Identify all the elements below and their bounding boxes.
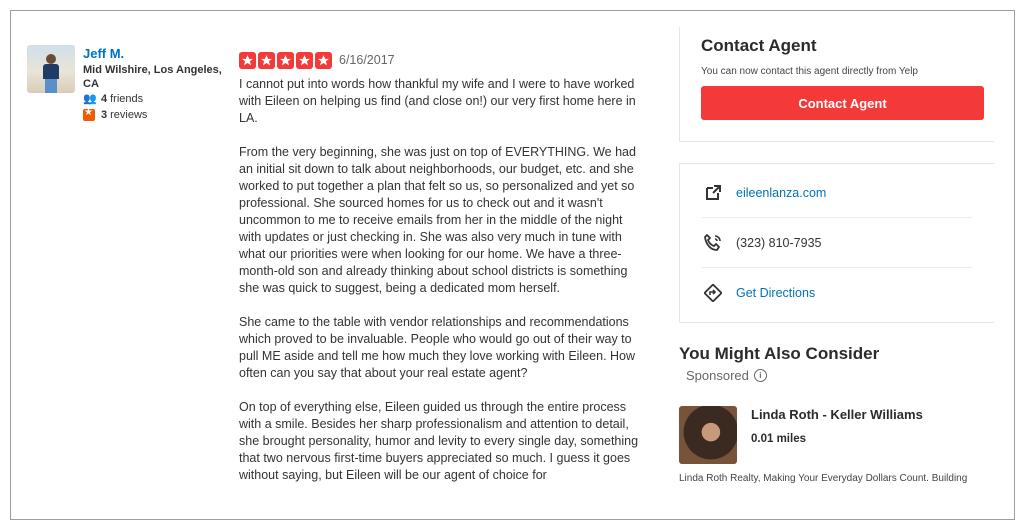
- business-info: eileenlanza.com (323) 810-7935 Get Direc…: [679, 163, 994, 323]
- website-link[interactable]: eileenlanza.com: [736, 186, 826, 200]
- reviewer-avatar[interactable]: [27, 45, 75, 93]
- star-icon: [258, 52, 275, 69]
- directions-link[interactable]: Get Directions: [736, 286, 815, 300]
- ad-distance: 0.01 miles: [751, 433, 806, 445]
- reviews-label: reviews: [110, 109, 148, 121]
- review-paragraph: From the very beginning, she was just on…: [239, 145, 636, 295]
- reviews-count: 3: [101, 109, 108, 121]
- phone-icon: [702, 232, 724, 254]
- star-icon: [296, 52, 313, 69]
- ad-description: Linda Roth Realty, Making Your Everyday …: [679, 473, 968, 484]
- contact-title: Contact Agent: [701, 36, 817, 55]
- reviewer-name-link[interactable]: Jeff M.: [83, 46, 124, 61]
- directions-icon: [702, 282, 724, 304]
- review-paragraph: I cannot put into words how thankful my …: [239, 77, 636, 125]
- sponsored-text: Sponsored: [686, 368, 749, 383]
- contact-subtitle: You can now contact this agent directly …: [701, 66, 918, 77]
- directions-row[interactable]: Get Directions: [702, 268, 972, 317]
- contact-agent-button[interactable]: Contact Agent: [701, 86, 984, 120]
- reviews-icon: [83, 107, 95, 121]
- review-paragraph: She came to the table with vendor relati…: [239, 315, 636, 380]
- review-paragraph: On top of everything else, Eileen guided…: [239, 400, 639, 482]
- friends-count: 4: [101, 93, 108, 105]
- sponsored-label: Sponsored i: [686, 368, 767, 383]
- sidebar-divider: [679, 27, 680, 141]
- friends-icon: 👥: [83, 93, 97, 105]
- info-icon[interactable]: i: [753, 369, 767, 382]
- friends-label: friends: [110, 93, 144, 105]
- phone-number: (323) 810-7935: [736, 235, 822, 250]
- ad-business-name[interactable]: Linda Roth - Keller Williams: [751, 407, 923, 422]
- star-icon: [315, 52, 332, 69]
- review-text: I cannot put into words how thankful my …: [239, 76, 641, 501]
- star-rating: [239, 52, 332, 69]
- reviewer-friends: 👥 4 friends: [83, 93, 143, 105]
- reviewer-location: Mid Wilshire, Los Angeles, CA: [83, 64, 222, 90]
- external-link-icon: [702, 182, 724, 204]
- phone-row: (323) 810-7935: [702, 218, 972, 268]
- consider-title: You Might Also Consider: [679, 344, 880, 363]
- contact-divider: [679, 141, 994, 142]
- star-icon: [239, 52, 256, 69]
- review-date: 6/16/2017: [339, 53, 395, 67]
- reviewer-reviews: 3 reviews: [83, 107, 148, 121]
- ad-photo[interactable]: [679, 406, 737, 464]
- website-row[interactable]: eileenlanza.com: [702, 168, 972, 218]
- review-page: Jeff M. Mid Wilshire, Los Angeles, CA 👥 …: [10, 10, 1015, 520]
- star-icon: [277, 52, 294, 69]
